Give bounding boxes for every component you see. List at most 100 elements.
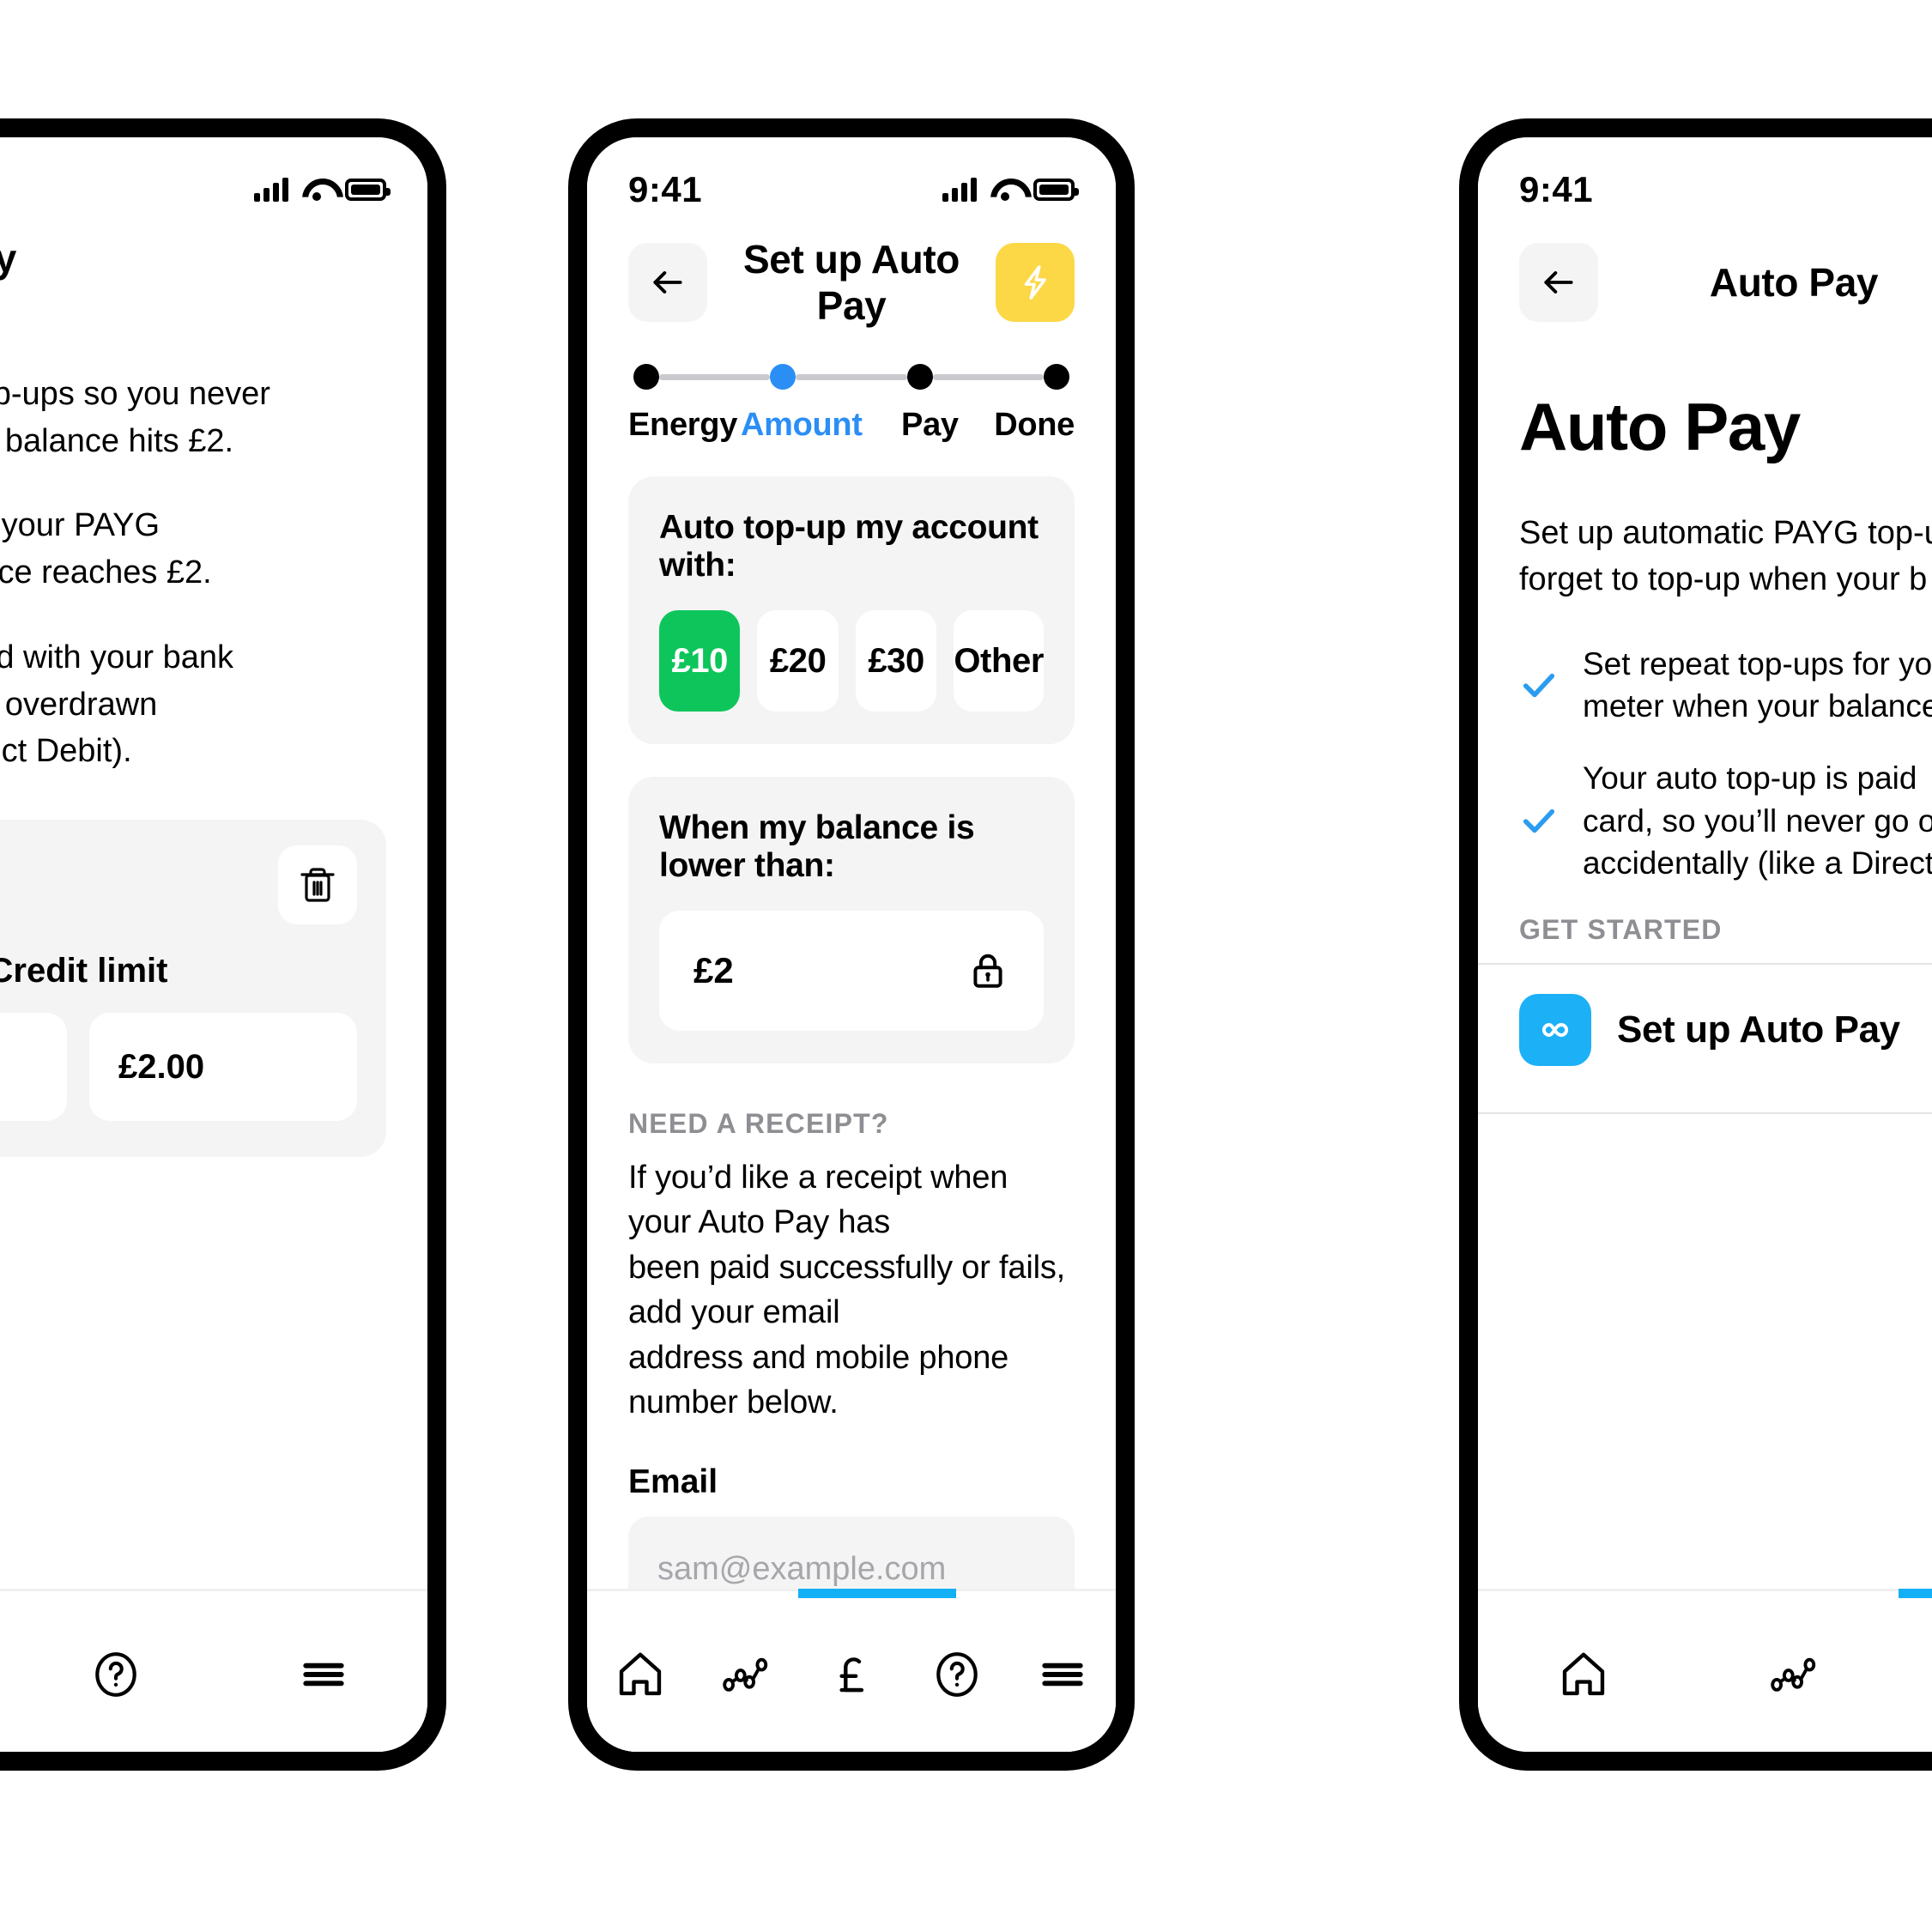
right-feature-bullets: Set repeat top-ups for yo meter when you… <box>1478 643 1932 885</box>
set-up-auto-pay-label: Set up Auto Pay <box>1617 1008 1900 1051</box>
receipt-copy-line1: If you’d like a receipt when your Auto P… <box>628 1160 1008 1241</box>
right-nav-bar: Auto Pay <box>1478 220 1932 331</box>
menu-icon <box>1042 1662 1084 1687</box>
get-started-divider-bottom <box>1478 1111 1932 1114</box>
tab-help[interactable] <box>12 1648 220 1701</box>
right-intro-line1: Set up automatic PAYG top-u <box>1519 515 1932 551</box>
pound-icon <box>839 1657 864 1693</box>
infinity-icon <box>1519 993 1591 1066</box>
step-line-3 <box>932 373 1044 380</box>
right-intro-line2: forget to top-up when your b <box>1519 560 1928 597</box>
set-up-auto-pay-row[interactable]: Set up Auto Pay <box>1478 965 1932 1095</box>
phone-left: Auto Pay c PAYG top-ups so you never whe… <box>0 118 446 1771</box>
wifi-icon <box>302 179 331 201</box>
quick-action-button[interactable] <box>996 243 1075 322</box>
lock-icon <box>973 954 1002 988</box>
wifi-icon <box>990 179 1020 201</box>
left-body-copy: c PAYG top-ups so you never when your ba… <box>0 371 427 775</box>
email-label: Email <box>628 1463 718 1500</box>
right-screen: 9:41 Auto Pay Auto Pay Set up automatic … <box>1478 137 1932 1752</box>
home-icon <box>1562 1652 1604 1696</box>
tab-usage[interactable] <box>693 1648 798 1701</box>
topup-amount-title: Auto top-up my account with: <box>659 509 1039 584</box>
trash-icon <box>300 868 335 902</box>
phone-right: 9:41 Auto Pay Auto Pay Set up automatic … <box>1459 118 1932 1771</box>
left-field-partial[interactable] <box>0 1013 67 1122</box>
receipt-eyebrow: NEED A RECEIPT? <box>628 1108 889 1139</box>
tab-usage[interactable] <box>1688 1648 1899 1701</box>
right-tab-indicator <box>1899 1589 1932 1598</box>
left-page-title: Auto Pay <box>0 235 427 282</box>
phone-center: 9:41 Set up Auto Pay Energy Amount Pay D… <box>568 118 1135 1771</box>
balance-threshold-value: £2 <box>693 950 734 990</box>
step-label-done: Done <box>994 407 1075 443</box>
back-arrow-icon <box>653 271 682 294</box>
balance-threshold-title: When my balance is lower than: <box>659 809 975 884</box>
left-paragraph-2: op-ups for your PAYG your balance reache… <box>0 502 386 596</box>
help-circle-icon <box>936 1652 978 1697</box>
center-status-time: 9:41 <box>628 169 703 209</box>
amount-option-20[interactable]: £20 <box>757 610 839 712</box>
tab-menu[interactable] <box>1010 1648 1116 1701</box>
right-nav-title: Auto Pay <box>1709 260 1879 305</box>
left-p3-line2: ll never go overdrawn <box>0 686 158 723</box>
receipt-copy-line2: been paid successfully or fails, add you… <box>628 1249 1065 1331</box>
tab-pay[interactable] <box>798 1648 904 1701</box>
amount-option-10[interactable]: £10 <box>659 610 741 712</box>
stepper-track <box>628 364 1075 390</box>
signal-bars-icon <box>942 178 977 202</box>
tab-pay[interactable] <box>1899 1648 1932 1701</box>
battery-icon <box>345 179 391 201</box>
step-dot-done[interactable] <box>1043 364 1069 390</box>
left-credit-limit-value[interactable]: £2.00 <box>89 1013 357 1122</box>
amount-option-other[interactable]: Other <box>954 610 1044 712</box>
right-page-heading: Auto Pay <box>1519 389 1801 464</box>
tab-home[interactable] <box>587 1648 693 1701</box>
left-p1-line1: c PAYG top-ups so you never <box>0 376 270 412</box>
receipt-copy: If you’d like a receipt when your Auto P… <box>628 1155 1075 1426</box>
menu-icon <box>303 1662 344 1687</box>
amount-option-30[interactable]: £30 <box>855 610 937 712</box>
right-status-time: 9:41 <box>1519 169 1594 209</box>
step-dot-pay[interactable] <box>906 364 933 390</box>
right-intro-copy: Set up automatic PAYG top-u forget to to… <box>1478 511 1932 603</box>
bullet1-line1: Set repeat top-ups for yo <box>1583 645 1932 681</box>
left-credit-limit-fields: £2.00 <box>0 1013 357 1122</box>
left-p1-line2: when your balance hits £2. <box>0 422 234 459</box>
topup-amount-card: Auto top-up my account with: £10 £20 £30… <box>628 476 1075 744</box>
setup-stepper: Energy Amount Pay Done <box>587 331 1116 444</box>
tab-menu[interactable] <box>220 1648 427 1701</box>
left-p2-line1: op-ups for your PAYG <box>0 507 160 544</box>
usage-graph-icon <box>1771 1657 1816 1692</box>
back-arrow-icon <box>1544 271 1573 294</box>
tab-pay[interactable] <box>0 1648 12 1701</box>
left-paragraph-1: c PAYG top-ups so you never when your ba… <box>0 371 386 464</box>
step-dot-energy[interactable] <box>633 364 659 390</box>
right-tab-bar <box>1478 1589 1932 1752</box>
stepper-labels: Energy Amount Pay Done <box>628 407 1075 444</box>
center-status-bar: 9:41 <box>587 137 1116 220</box>
topup-amount-options: £10 £20 £30 Other <box>659 610 1044 712</box>
left-credit-limit-card: Credit limit £2.00 <box>0 820 386 1158</box>
get-started-eyebrow: GET STARTED <box>1519 913 1723 945</box>
bullet2-line2: card, so you’ll never go ov <box>1583 802 1932 839</box>
usage-graph-icon <box>723 1657 767 1692</box>
step-label-energy: Energy <box>628 407 738 443</box>
balance-threshold-field[interactable]: £2 <box>659 911 1044 1031</box>
center-nav-title: Set up Auto Pay <box>743 237 960 328</box>
step-dot-amount[interactable] <box>770 364 796 390</box>
feature-bullet-2: Your auto top-up is paid card, so you’ll… <box>1519 757 1932 885</box>
delete-button[interactable] <box>278 845 357 925</box>
back-button[interactable] <box>628 243 707 322</box>
step-line-1 <box>659 373 771 380</box>
left-p3-line3: (like a Direct Debit). <box>0 733 132 770</box>
back-button[interactable] <box>1519 243 1598 322</box>
left-status-bar <box>0 137 427 220</box>
check-icon <box>1519 801 1559 840</box>
help-circle-icon <box>95 1652 136 1697</box>
tab-help[interactable] <box>905 1648 1010 1701</box>
tab-home[interactable] <box>1478 1648 1688 1701</box>
signal-bars-icon <box>254 178 288 202</box>
left-tab-bar <box>0 1589 427 1752</box>
center-status-icons <box>942 178 1079 202</box>
